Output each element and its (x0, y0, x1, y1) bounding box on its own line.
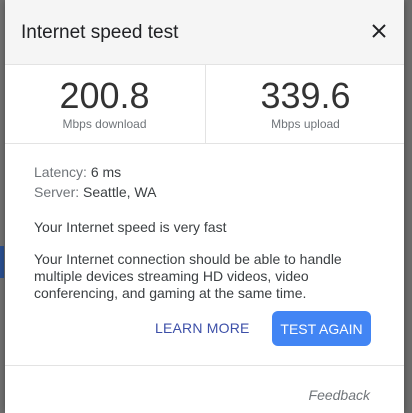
latency-row: Latency: 6 ms (34, 162, 384, 182)
server-label: Server: (34, 184, 80, 200)
background-page-mark (0, 246, 4, 278)
dialog-title: Internet speed test (21, 22, 179, 43)
test-again-button[interactable]: TEST AGAIN (272, 311, 371, 346)
speed-verdict: Your Internet speed is very fast (34, 219, 227, 235)
dialog-footer: Feedback (5, 365, 404, 413)
latency-label: Latency: (34, 164, 87, 180)
close-button[interactable] (368, 20, 390, 42)
speed-results: 200.8 Mbps download 339.6 Mbps upload (5, 65, 404, 144)
feedback-link[interactable]: Feedback (309, 387, 370, 403)
upload-unit: Mbps upload (271, 117, 340, 131)
download-value: 200.8 (59, 75, 150, 116)
dialog-header: Internet speed test (5, 0, 404, 65)
upload-value: 339.6 (260, 75, 351, 116)
upload-result: 339.6 Mbps upload (205, 65, 405, 143)
download-unit: Mbps download (62, 117, 147, 131)
learn-more-link[interactable]: LEARN MORE (155, 320, 250, 336)
background-page-right (404, 0, 412, 413)
result-details: Latency: 6 ms Server: Seattle, WA Your I… (34, 162, 384, 302)
server-value: Seattle, WA (83, 184, 157, 200)
speed-test-dialog: Internet speed test 200.8 Mbps download … (5, 0, 404, 413)
server-row: Server: Seattle, WA (34, 182, 384, 202)
dialog-actions: LEARN MORE TEST AGAIN (5, 311, 404, 347)
close-icon (372, 24, 386, 38)
speed-description: Your Internet connection should be able … (34, 251, 342, 301)
latency-value: 6 ms (90, 164, 122, 180)
download-result: 200.8 Mbps download (5, 65, 204, 143)
